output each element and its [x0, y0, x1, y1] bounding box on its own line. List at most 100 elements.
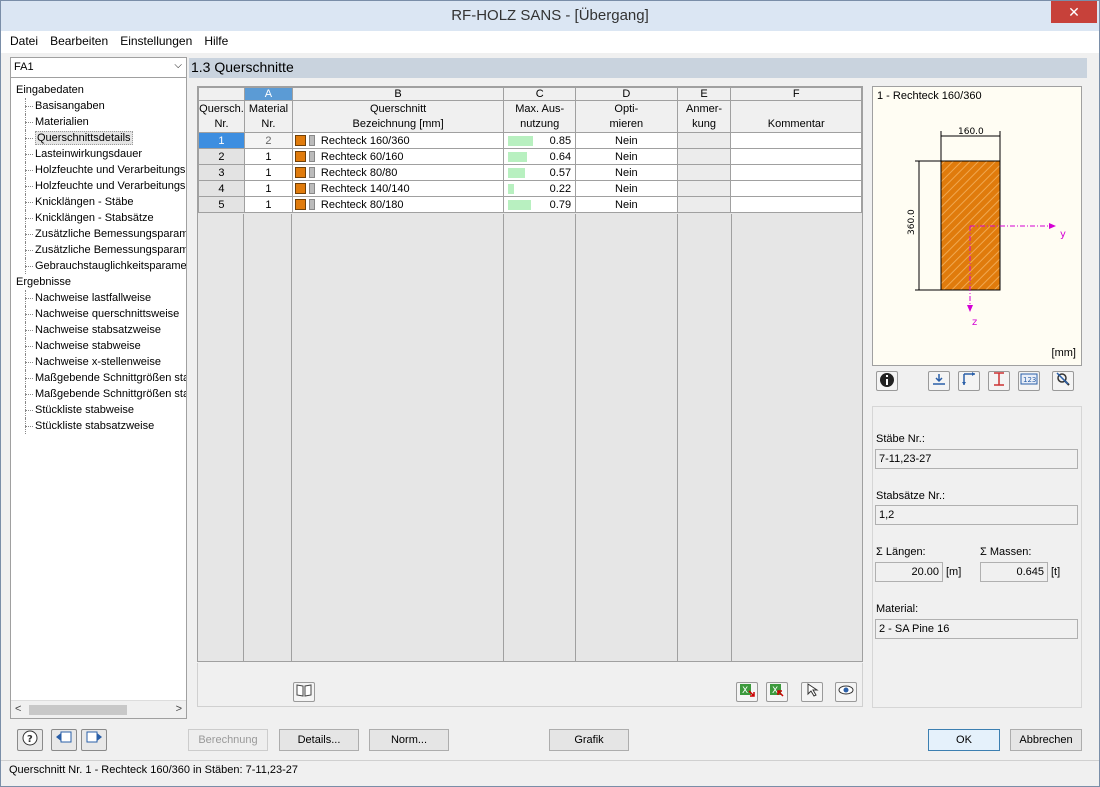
excel-import-icon[interactable]: X	[766, 682, 788, 702]
tree-item-result-schnittgroessen-2[interactable]: Maßgebende Schnittgrößen sta	[11, 386, 186, 402]
menu-bearbeiten[interactable]: Bearbeiten	[45, 31, 112, 48]
table-row[interactable]: 2 1 Rechteck 60/160 0.64 Nein	[198, 148, 862, 165]
section-name-cell[interactable]: Rechteck 160/360	[291, 132, 505, 149]
table-row[interactable]: 1 2 Rechteck 160/360 0.85 Nein	[198, 132, 862, 149]
row-number[interactable]: 2	[198, 148, 245, 165]
utilization-bar	[508, 200, 532, 210]
section-name-cell[interactable]: Rechteck 80/80	[291, 164, 505, 181]
ok-button[interactable]: OK	[928, 729, 1000, 751]
section-name-cell[interactable]: Rechteck 80/180	[291, 196, 505, 213]
optimize-cell[interactable]: Nein	[575, 148, 678, 165]
material-color-swatch	[294, 150, 306, 162]
member-icon[interactable]	[928, 371, 950, 391]
tree-item-bemessungsparameter-2[interactable]: Zusätzliche Bemessungsparame	[11, 242, 186, 258]
tree-item-result-schnittgroessen-1[interactable]: Maßgebende Schnittgrößen sta	[11, 370, 186, 386]
utilization-value: 0.64	[549, 150, 572, 163]
prev-icon[interactable]	[51, 729, 77, 751]
details-button[interactable]: Details...	[279, 729, 359, 751]
menu-hilfe[interactable]: Hilfe	[199, 31, 232, 48]
numbering-icon[interactable]: 123	[1018, 371, 1040, 391]
section-shape-icon	[308, 166, 315, 178]
section-name-cell[interactable]: Rechteck 60/160	[291, 148, 505, 165]
scroll-right-icon[interactable]: >	[176, 703, 182, 715]
zoom-reset-icon[interactable]	[1052, 371, 1074, 391]
section-name-cell[interactable]: Rechteck 140/140	[291, 180, 505, 197]
axes-icon[interactable]	[958, 371, 980, 391]
comment-cell[interactable]	[730, 148, 862, 165]
info-icon[interactable]	[876, 371, 898, 391]
col-letter-b[interactable]: B	[291, 87, 505, 101]
book-icon[interactable]	[293, 682, 315, 702]
tree-item-lasteinwirkungsdauer[interactable]: Lasteinwirkungsdauer	[11, 146, 186, 162]
tree-item-querschnittsdetails[interactable]: Querschnittsdetails	[11, 130, 186, 146]
section-name: Rechteck 60/160	[320, 150, 404, 163]
comment-cell[interactable]	[730, 164, 862, 181]
tree-item-result-xstelle[interactable]: Nachweise x-stellenweise	[11, 354, 186, 370]
tree-item-knicklaengen-staebe[interactable]: Knicklängen - Stäbe	[11, 194, 186, 210]
tree-item-holzfeuchte-1[interactable]: Holzfeuchte und Verarbeitungs	[11, 162, 186, 178]
material-label: Material:	[876, 603, 919, 615]
scroll-left-icon[interactable]: <	[15, 703, 21, 715]
optimize-cell[interactable]: Nein	[575, 164, 678, 181]
tree-item-holzfeuchte-2[interactable]: Holzfeuchte und Verarbeitungs	[11, 178, 186, 194]
material-cell[interactable]: 1	[243, 164, 293, 181]
tree-group-input[interactable]: Eingabedaten	[11, 82, 186, 98]
optimize-cell[interactable]: Nein	[575, 196, 678, 213]
header-anmerkung: Anmer- kung	[676, 100, 732, 133]
tree-item-result-stab[interactable]: Nachweise stabweise	[11, 338, 186, 354]
material-field: 2 - SA Pine 16	[875, 619, 1078, 639]
excel-export-icon[interactable]: X	[736, 682, 758, 702]
row-number[interactable]: 3	[198, 164, 245, 181]
abbrechen-button[interactable]: Abbrechen	[1010, 729, 1082, 751]
help-icon[interactable]: ?	[17, 729, 43, 751]
material-cell[interactable]: 1	[243, 180, 293, 197]
optimize-cell[interactable]: Nein	[575, 132, 678, 149]
dimension-icon[interactable]	[988, 371, 1010, 391]
col-letter-c[interactable]: C	[503, 87, 577, 101]
col-letter-f[interactable]: F	[730, 87, 862, 101]
table-row[interactable]: 3 1 Rechteck 80/80 0.57 Nein	[198, 164, 862, 181]
properties-panel: Stäbe Nr.: 7-11,23-27 Stabsätze Nr.: 1,2…	[872, 406, 1082, 708]
col-letter-a[interactable]: A	[243, 87, 293, 101]
height-dimension: 360.0	[907, 209, 917, 235]
pick-icon[interactable]	[801, 682, 823, 702]
comment-cell[interactable]	[730, 196, 862, 213]
berechnung-button[interactable]: Berechnung	[188, 729, 268, 751]
row-number[interactable]: 1	[198, 132, 245, 149]
comment-cell[interactable]	[730, 132, 862, 149]
optimize-cell[interactable]: Nein	[575, 180, 678, 197]
close-button[interactable]: ✕	[1051, 1, 1097, 23]
tree-item-bemessungsparameter-1[interactable]: Zusätzliche Bemessungsparame	[11, 226, 186, 242]
tree-item-result-stabsatz[interactable]: Nachweise stabsatzweise	[11, 322, 186, 338]
tree-item-basisangaben[interactable]: Basisangaben	[11, 98, 186, 114]
view-icon[interactable]	[835, 682, 857, 702]
col-letter-e[interactable]: E	[676, 87, 732, 101]
table-toolbar: X X	[197, 663, 863, 707]
tree-item-materialien[interactable]: Materialien	[11, 114, 186, 130]
horizontal-scrollbar[interactable]: < >	[11, 700, 186, 718]
menu-einstellungen[interactable]: Einstellungen	[115, 31, 196, 48]
material-cell[interactable]: 1	[243, 148, 293, 165]
tree-item-result-stueckliste-stabsatz[interactable]: Stückliste stabsatzweise	[11, 418, 186, 434]
table-row[interactable]: 4 1 Rechteck 140/140 0.22 Nein	[198, 180, 862, 197]
row-number[interactable]: 4	[198, 180, 245, 197]
tree-item-result-querschnitt[interactable]: Nachweise querschnittsweise	[11, 306, 186, 322]
tree-group-results[interactable]: Ergebnisse	[11, 274, 186, 290]
material-cell[interactable]: 2	[243, 132, 293, 149]
col-letter-d[interactable]: D	[575, 87, 678, 101]
table-row[interactable]: 5 1 Rechteck 80/180 0.79 Nein	[198, 196, 862, 213]
section-shape-icon	[308, 134, 315, 146]
case-select[interactable]: FA1 ⌵	[11, 58, 186, 78]
tree-item-result-stueckliste-stab[interactable]: Stückliste stabweise	[11, 402, 186, 418]
material-cell[interactable]: 1	[243, 196, 293, 213]
tree-item-knicklaengen-stabsaetze[interactable]: Knicklängen - Stabsätze	[11, 210, 186, 226]
next-icon[interactable]	[81, 729, 107, 751]
comment-cell[interactable]	[730, 180, 862, 197]
norm-button[interactable]: Norm...	[369, 729, 449, 751]
grafik-button[interactable]: Grafik	[549, 729, 629, 751]
row-number[interactable]: 5	[198, 196, 245, 213]
menu-datei[interactable]: Datei	[5, 31, 42, 48]
tree-item-gebrauchstauglichkeit[interactable]: Gebrauchstauglichkeitsparamet	[11, 258, 186, 274]
tree-item-result-lastfall[interactable]: Nachweise lastfallweise	[11, 290, 186, 306]
scroll-thumb[interactable]	[29, 705, 127, 715]
